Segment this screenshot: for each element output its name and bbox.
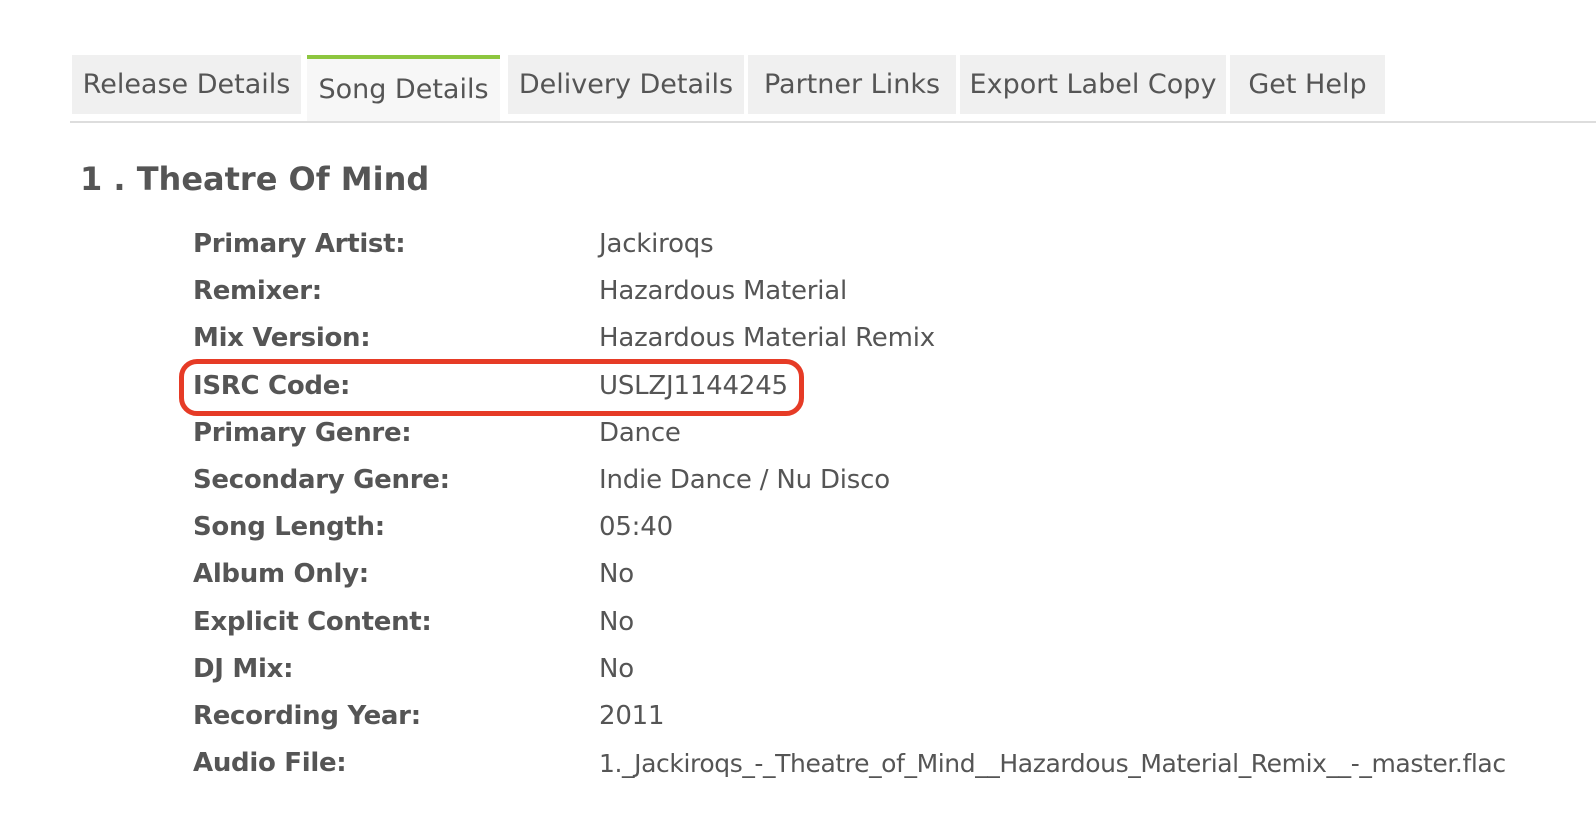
detail-label: Explicit Content: xyxy=(193,606,432,637)
tab-get-help[interactable]: Get Help xyxy=(1230,55,1385,114)
detail-value: No xyxy=(599,653,634,684)
detail-value: Dance xyxy=(599,417,681,448)
detail-label: Audio File: xyxy=(193,748,347,779)
tab-bar: Release Details Song Details Delivery De… xyxy=(70,55,1596,123)
detail-value: No xyxy=(599,559,634,590)
tab-song-details[interactable]: Song Details xyxy=(307,55,500,121)
detail-label: ISRC Code: xyxy=(193,370,351,401)
detail-value: 2011 xyxy=(599,700,665,731)
detail-value: Jackiroqs xyxy=(599,229,714,259)
detail-value: No xyxy=(599,606,634,637)
song-title: 1 . Theatre Of Mind xyxy=(80,160,430,198)
detail-value: Hazardous Material xyxy=(599,276,848,307)
tab-release-details[interactable]: Release Details xyxy=(72,55,301,114)
detail-value: Hazardous Material Remix xyxy=(599,323,935,354)
detail-label: DJ Mix: xyxy=(193,653,294,684)
isrc-code-value: USLZJ1144245 xyxy=(599,370,788,401)
detail-label: Mix Version: xyxy=(193,323,371,354)
detail-value: 05:40 xyxy=(599,512,673,543)
detail-label: Recording Year: xyxy=(193,700,421,731)
tab-partner-links[interactable]: Partner Links xyxy=(748,55,956,114)
detail-label: Remixer: xyxy=(193,276,322,307)
detail-label: Song Length: xyxy=(193,512,385,543)
detail-label: Primary Genre: xyxy=(193,417,412,448)
detail-label: Primary Artist: xyxy=(193,229,406,259)
audio-file-name: 1._Jackiroqs_-_Theatre_of_Mind__Hazardou… xyxy=(599,749,1506,779)
detail-label: Album Only: xyxy=(193,559,369,590)
tab-export-label-copy[interactable]: Export Label Copy xyxy=(960,55,1226,114)
detail-label: Secondary Genre: xyxy=(193,464,450,495)
detail-value: Indie Dance / Nu Disco xyxy=(599,464,890,495)
tab-delivery-details[interactable]: Delivery Details xyxy=(508,55,744,114)
